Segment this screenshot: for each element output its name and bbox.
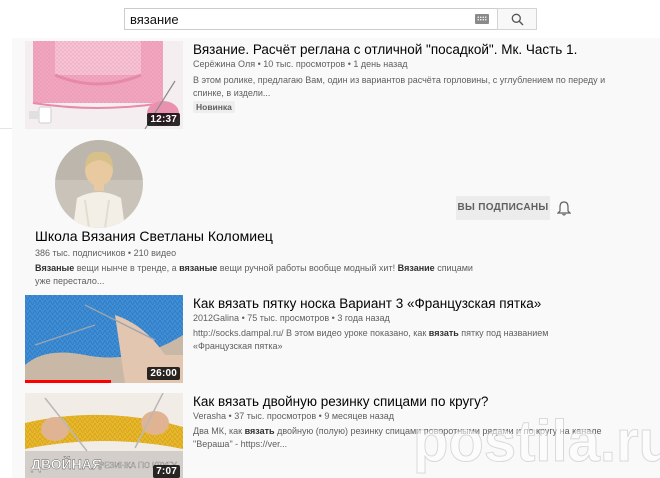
keyboard-icon[interactable] [475,14,489,24]
channel-link[interactable]: Verasha [193,411,226,421]
channel-name[interactable]: Школа Вязания Светланы Коломиец [35,228,273,244]
search-box[interactable] [124,8,497,30]
video-description: http://socks.dampal.ru/ В этом видео уро… [193,327,623,353]
channel-link[interactable]: Серёжина Оля [193,59,255,69]
highlight: вязать [428,328,459,338]
description-line: спинке, в издели... [193,88,271,98]
highlight: вязать [244,426,275,436]
description-line: «Французская пятка» [193,341,283,351]
video-duration: 12:37 [147,113,180,126]
channel-meta: 386 тыс. подписчиков • 210 видео [35,248,176,258]
video-duration: 7:07 [153,465,180,478]
highlight: Вязание [397,263,435,273]
video-description: В этом ролике, предлагаю Вам, один из ва… [193,74,623,100]
channel-link[interactable]: 2012Galina [193,313,239,323]
separator: • [127,248,132,258]
view-count: 37 тыс. просмотров [234,411,317,421]
separator: • [331,313,335,323]
video-title[interactable]: Как вязать пятку носка Вариант 3 «Францу… [193,296,541,311]
video-meta: Серёжина Оля • 10 тыс. просмотров • 1 де… [193,59,408,69]
description-text: Два МК, как [193,426,245,436]
description-line: http://socks.dampal.ru/ В этом видео уро… [193,327,623,340]
avatar-image [55,140,143,228]
view-count: 75 тыс. просмотров [247,313,330,323]
description-text: вещи ручной работы вообще модный хит! [217,263,398,273]
separator: • [228,411,232,421]
highlight: Вязаные [35,263,75,273]
watermark: postila.ru [412,409,660,475]
watch-progress-bar [25,380,111,383]
thumbnail-caption: ДВОЙНАЯ [31,455,102,472]
video-thumbnail[interactable]: 26:00 [25,295,183,383]
separator: • [347,59,351,69]
subscriber-count: 386 тыс. подписчиков [35,248,126,258]
description-line: В этом ролике, предлагаю Вам, один из ва… [193,75,606,85]
description-text: http://socks.dampal.ru/ В этом видео уро… [193,328,429,338]
upload-age: 1 день назад [353,59,408,69]
notification-bell-icon[interactable] [557,200,571,216]
separator: • [318,411,322,421]
description-text: вещи нынче в тренде, а [74,263,180,273]
guide-divider [0,128,12,129]
view-count: 10 тыс. просмотров [263,59,346,69]
video-count: 210 видео [133,248,177,258]
upload-age: 3 года назад [337,313,390,323]
description-text: спицами [434,263,473,273]
subscribed-button[interactable]: ВЫ ПОДПИСАНЫ [456,196,550,220]
highlight: вязаные [179,263,218,273]
channel-avatar[interactable] [55,140,143,228]
search-input[interactable] [130,11,460,27]
video-meta: Verasha • 37 тыс. просмотров • 9 месяцев… [193,411,394,421]
search-button[interactable] [497,8,537,30]
channel-description: Вязаные вещи нынче в тренде, а вязаные в… [35,262,475,288]
description-line: уже перестало... [35,276,105,286]
search-icon [511,13,524,26]
video-thumbnail[interactable]: ДВОЙНАЯ РЕЗИНКА ПО КРУГУ 7:07 [25,393,183,478]
video-duration: 26:00 [147,367,180,380]
upload-age: 9 месяцев назад [324,411,394,421]
description-line: Вязаные вещи нынче в тренде, а вязаные в… [35,262,475,275]
video-thumbnail[interactable]: 12:37 [25,41,183,129]
video-title[interactable]: Как вязать двойную резинку спицами по кр… [193,394,488,409]
guide-edge [0,38,12,478]
description-text: пятку под названием [458,328,549,338]
separator: • [241,313,245,323]
new-badge: Новинка [193,101,235,113]
masthead [0,0,660,38]
video-meta: 2012Galina • 75 тыс. просмотров • 3 года… [193,313,390,323]
video-title[interactable]: Вязание. Расчёт реглана с отличной "поса… [193,42,577,57]
separator: • [257,59,261,69]
